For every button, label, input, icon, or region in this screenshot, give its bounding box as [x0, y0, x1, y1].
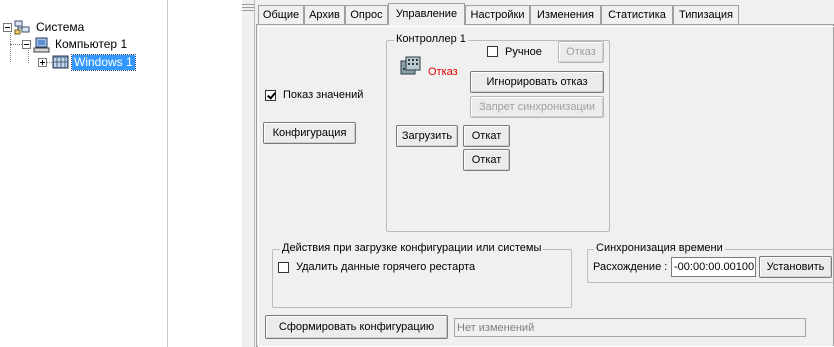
detail-pane	[167, 0, 242, 347]
set-time-button[interactable]: Установить	[759, 256, 832, 278]
time-sync-group-title: Синхронизация времени	[594, 242, 725, 254]
time-diff-field[interactable]: -00:00:00.00100	[671, 257, 756, 277]
rollback-button[interactable]: Откат	[463, 125, 510, 147]
tree-collapse-toggle-computer[interactable]	[22, 40, 31, 49]
delete-hot-restart-label: Удалить данные горячего рестарта	[296, 261, 476, 273]
tree-pane[interactable]: Система Компьютер 1 Windows 1	[0, 0, 167, 347]
controller-group-title: Контроллер 1	[394, 33, 468, 45]
tree-collapse-toggle-system[interactable]	[3, 23, 12, 32]
computer-icon	[33, 37, 51, 56]
rollback-button-secondary[interactable]: Откат	[463, 149, 510, 171]
tree-item-computer-1[interactable]: Компьютер 1	[53, 37, 129, 52]
load-actions-group	[272, 249, 572, 308]
windows-node-icon	[52, 54, 70, 73]
manual-label: Ручное	[505, 46, 542, 58]
manual-checkbox[interactable]	[487, 46, 498, 57]
tab-archive[interactable]: Архив	[304, 5, 345, 24]
tab-settings[interactable]: Настройки	[465, 5, 530, 24]
tab-polling[interactable]: Опрос	[345, 5, 388, 24]
time-diff-label: Расхождение :	[593, 261, 668, 273]
tab-general[interactable]: Общие	[258, 5, 304, 24]
tree-item-windows-1[interactable]: Windows 1	[71, 54, 136, 71]
changes-status-field: Нет изменений	[454, 318, 806, 337]
configuration-button[interactable]: Конфигурация	[263, 122, 356, 144]
splitter-grip	[242, 4, 254, 5]
ignore-fail-button[interactable]: Игнорировать отказ	[470, 71, 604, 93]
delete-hot-restart-checkbox[interactable]	[278, 262, 289, 273]
tab-typing[interactable]: Типизация	[673, 5, 739, 24]
tree-expand-toggle-windows[interactable]	[38, 58, 47, 67]
splitter-grip	[242, 7, 254, 8]
load-actions-group-title: Действия при загрузке конфигурации или с…	[280, 242, 544, 254]
pane-splitter[interactable]	[242, 0, 254, 347]
tree-connector	[10, 33, 11, 62]
tab-control[interactable]: Управление	[388, 3, 465, 25]
splitter-grip	[242, 10, 254, 11]
tree-connector	[28, 50, 29, 63]
sync-forbid-button[interactable]: Запрет синхронизации	[470, 96, 604, 118]
load-button[interactable]: Загрузить	[396, 125, 458, 147]
tree-connector	[10, 44, 22, 45]
show-values-label: Показ значений	[283, 89, 364, 101]
build-configuration-button[interactable]: Сформировать конфигурацию	[265, 315, 448, 339]
fail-button[interactable]: Отказ	[558, 41, 604, 63]
controller-status-text: Отказ	[428, 66, 458, 78]
controller-device-icon	[399, 55, 423, 80]
network-system-icon	[14, 20, 31, 39]
tab-statistics[interactable]: Статистика	[601, 5, 673, 24]
tree-item-system[interactable]: Система	[34, 20, 86, 35]
tab-changes[interactable]: Изменения	[530, 5, 601, 24]
show-values-checkbox[interactable]	[265, 90, 276, 101]
